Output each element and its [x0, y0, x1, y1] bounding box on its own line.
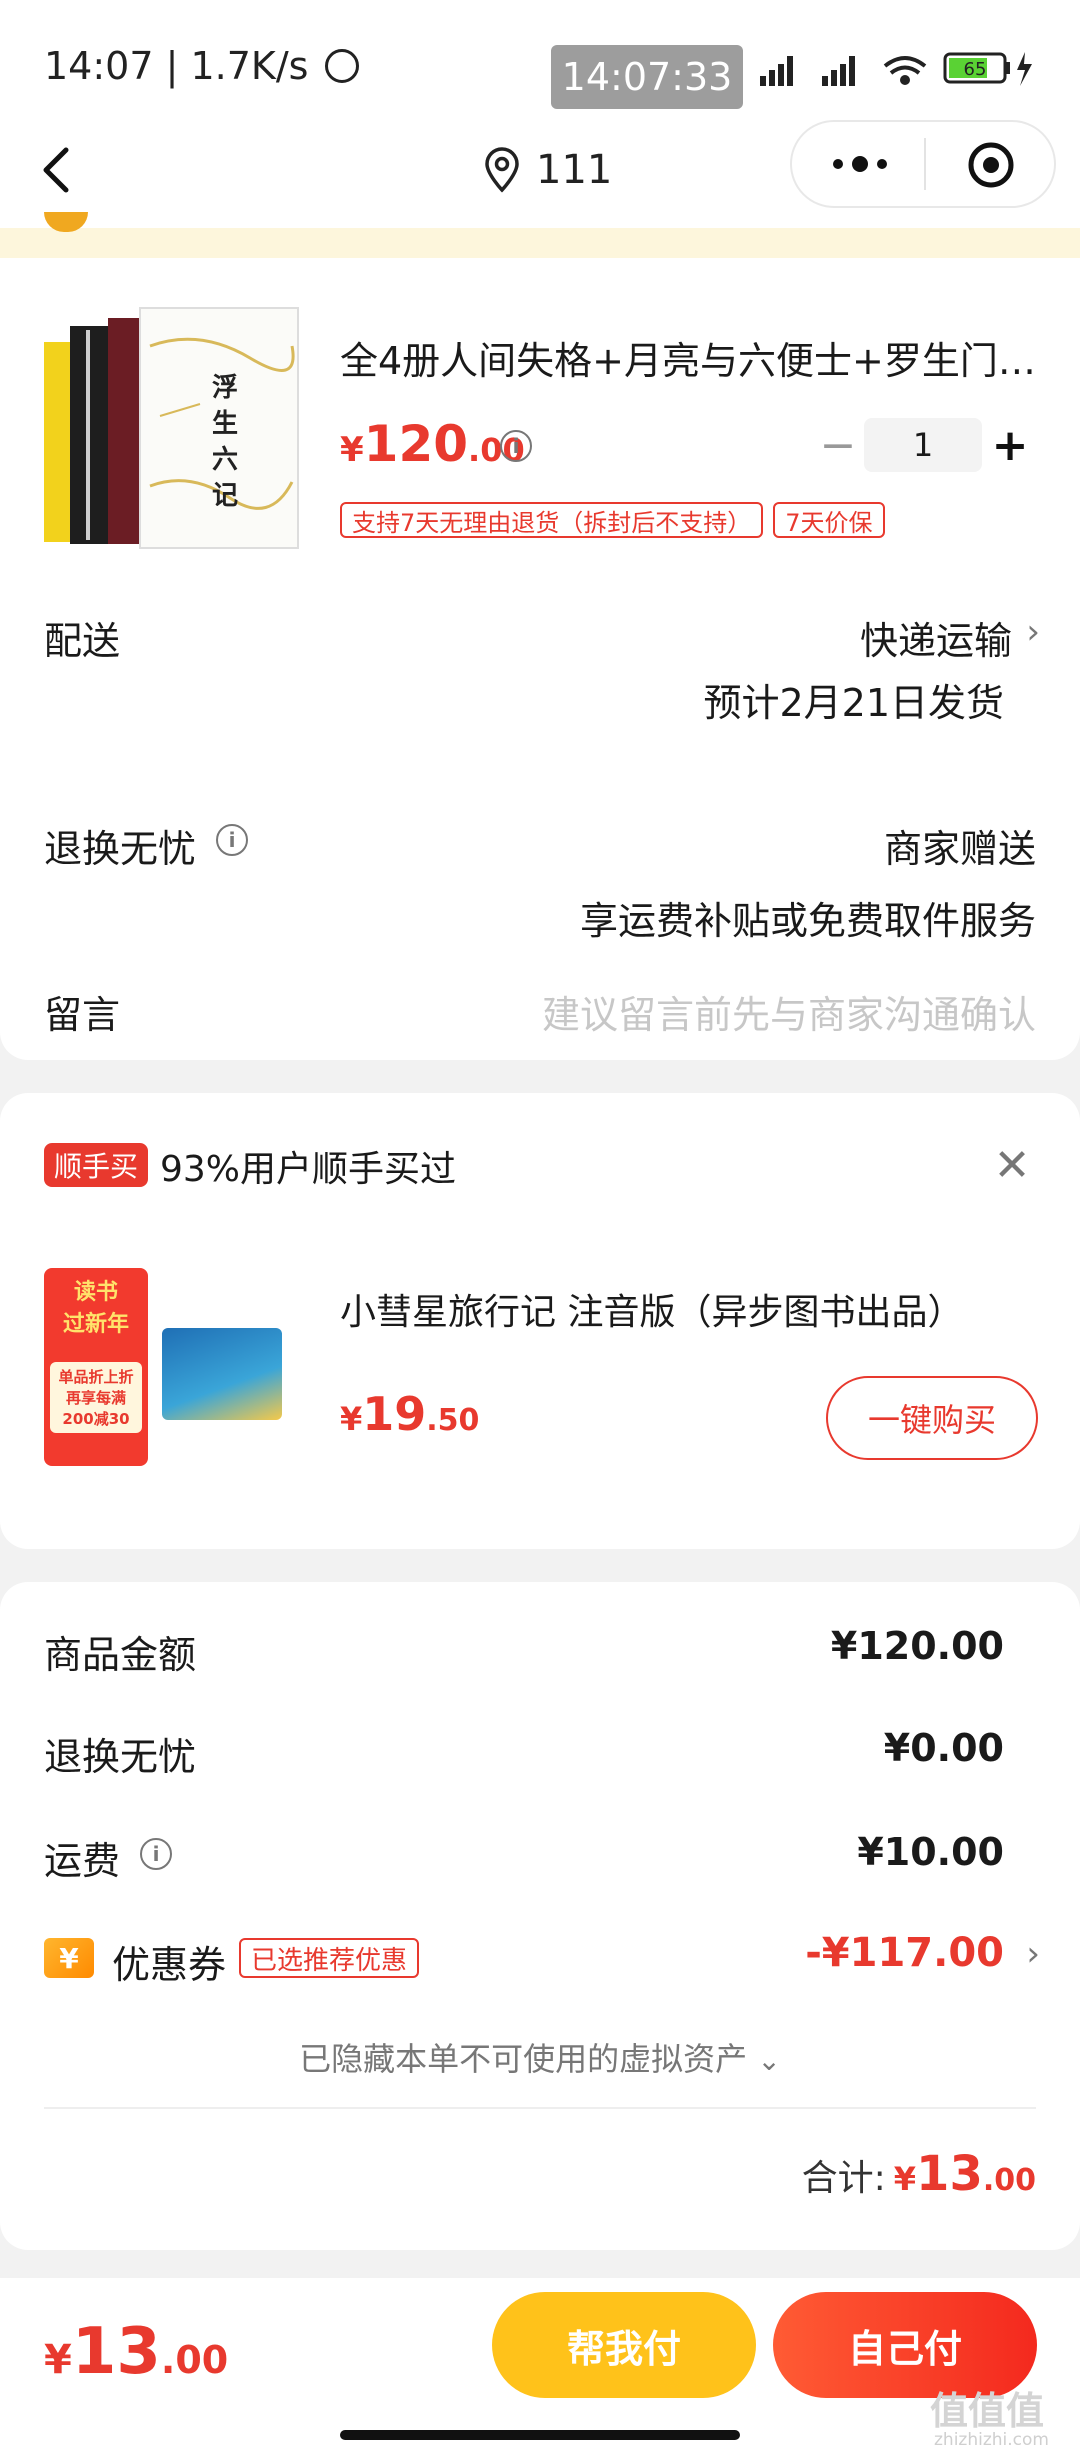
- status-time: 14:07 | 1.7K/s: [44, 44, 359, 88]
- price-info-icon[interactable]: i: [500, 430, 532, 462]
- target-icon[interactable]: [966, 140, 1016, 190]
- price-protect-tag: 7天价保: [773, 502, 885, 538]
- location-icon: [485, 147, 519, 193]
- promo-line4: 再享每满: [65, 1389, 126, 1407]
- summary-label-return: 退换无忧: [44, 1735, 197, 1779]
- recommend-badge: 顺手买: [44, 1143, 149, 1187]
- capsule-divider: [924, 138, 926, 190]
- more-icon[interactable]: [828, 146, 892, 182]
- return-policy-tag: 支持7天无理由退货（拆封后不支持）: [340, 502, 764, 538]
- summary-value-return: ¥0.00: [883, 1726, 1004, 1770]
- home-indicator[interactable]: [340, 2430, 740, 2440]
- promo-line2: 过新年: [62, 1312, 129, 1337]
- watermark-url: zhizhizhi.com: [934, 2430, 1049, 2450]
- summary-label-goods: 商品金额: [44, 1633, 197, 1677]
- return-service-value: 商家赠送: [883, 827, 1036, 871]
- nav-title: 111: [536, 147, 613, 193]
- message-input[interactable]: 建议留言前先与商家沟通确认: [542, 984, 1036, 1039]
- address-title[interactable]: 111: [482, 140, 612, 200]
- promo-line3: 单品折上折: [58, 1368, 134, 1386]
- delivery-estimate: 预计2月21日发货: [703, 681, 1004, 725]
- product-tags: 支持7天无理由退货（拆封后不支持） 7天价保: [340, 502, 885, 538]
- summary-value-goods: ¥120.00: [830, 1624, 1004, 1668]
- wifi-icon: [883, 56, 927, 85]
- chevron-down-icon: ⌄: [757, 2044, 781, 2077]
- svg-text:六: 六: [212, 445, 238, 475]
- product-price: ¥120.00: [340, 415, 525, 473]
- recommend-text: 93%用户顺手买过: [160, 1149, 457, 1190]
- one-click-buy-button[interactable]: 一键购买: [826, 1376, 1038, 1460]
- coupon-tag: 已选推荐优惠: [239, 1938, 420, 1978]
- battery-icon: 65: [943, 52, 1032, 86]
- svg-text:65: 65: [964, 59, 987, 80]
- help-pay-button[interactable]: 帮我付: [492, 2292, 756, 2398]
- recommend-image[interactable]: 读书 过新年 单品折上折 再享每满 200减30: [44, 1268, 286, 1466]
- watermark: 值值值: [930, 2389, 1045, 2433]
- quantity-plus-button[interactable]: +: [990, 420, 1030, 471]
- product-title[interactable]: 全4册人间失格+月亮与六便士+罗生门+...: [340, 330, 1040, 385]
- coupon-icon: ¥: [44, 1938, 94, 1978]
- hidden-assets-text: 已隐藏本单不可使用的虚拟资产: [299, 2040, 748, 2078]
- return-info-icon[interactable]: i: [216, 824, 248, 856]
- quantity-minus-button[interactable]: −: [818, 420, 858, 471]
- hidden-assets-note[interactable]: 已隐藏本单不可使用的虚拟资产 ⌄: [0, 2034, 1080, 2080]
- summary-value-shipping: ¥10.00: [857, 1830, 1004, 1874]
- delivery-label: 配送: [44, 619, 121, 663]
- alarm-icon: [324, 48, 359, 83]
- clock-pill: 14:07:33: [551, 45, 743, 109]
- chevron-right-icon[interactable]: ›: [1026, 612, 1040, 652]
- bottom-total-price: ¥13.00: [44, 2315, 229, 2389]
- book-cover: [162, 1328, 282, 1420]
- divider: [44, 2107, 1036, 2109]
- signal-icon: [760, 56, 855, 86]
- back-icon[interactable]: [30, 140, 90, 200]
- chevron-right-icon[interactable]: ›: [1026, 1934, 1040, 1974]
- promo-line5: 200减30: [62, 1410, 130, 1428]
- message-label: 留言: [44, 993, 121, 1037]
- total-price: ¥13.00: [893, 2146, 1036, 2202]
- svg-text:记: 记: [212, 481, 238, 511]
- delivery-method[interactable]: 快递运输: [860, 610, 1012, 665]
- total-label: 合计:: [801, 2158, 886, 2199]
- shipping-info-icon[interactable]: i: [140, 1838, 172, 1870]
- product-image[interactable]: 浮 生 六 记: [40, 306, 302, 556]
- svg-text:生: 生: [212, 409, 238, 439]
- coupon-label[interactable]: 优惠券: [112, 1934, 226, 1989]
- recommend-title[interactable]: 小彗星旅行记 注音版（异步图书出品）: [340, 1283, 963, 1335]
- status-icons: 65: [760, 52, 1032, 86]
- coupon-value[interactable]: -¥117.00: [805, 1930, 1004, 1976]
- promo-line1: 读书: [73, 1280, 118, 1305]
- summary-label-shipping: 运费: [44, 1839, 121, 1883]
- svg-text:浮: 浮: [212, 373, 238, 403]
- notice-strip: [0, 228, 1080, 258]
- return-service-desc: 享运费补贴或免费取件服务: [579, 899, 1036, 943]
- close-icon[interactable]: ✕: [990, 1140, 1034, 1191]
- total-row: 合计: ¥13.00: [802, 2146, 1036, 2202]
- recommend-price: ¥19.50: [340, 1387, 480, 1441]
- quantity-input[interactable]: 1: [864, 418, 982, 472]
- return-service-label: 退换无忧: [44, 827, 197, 871]
